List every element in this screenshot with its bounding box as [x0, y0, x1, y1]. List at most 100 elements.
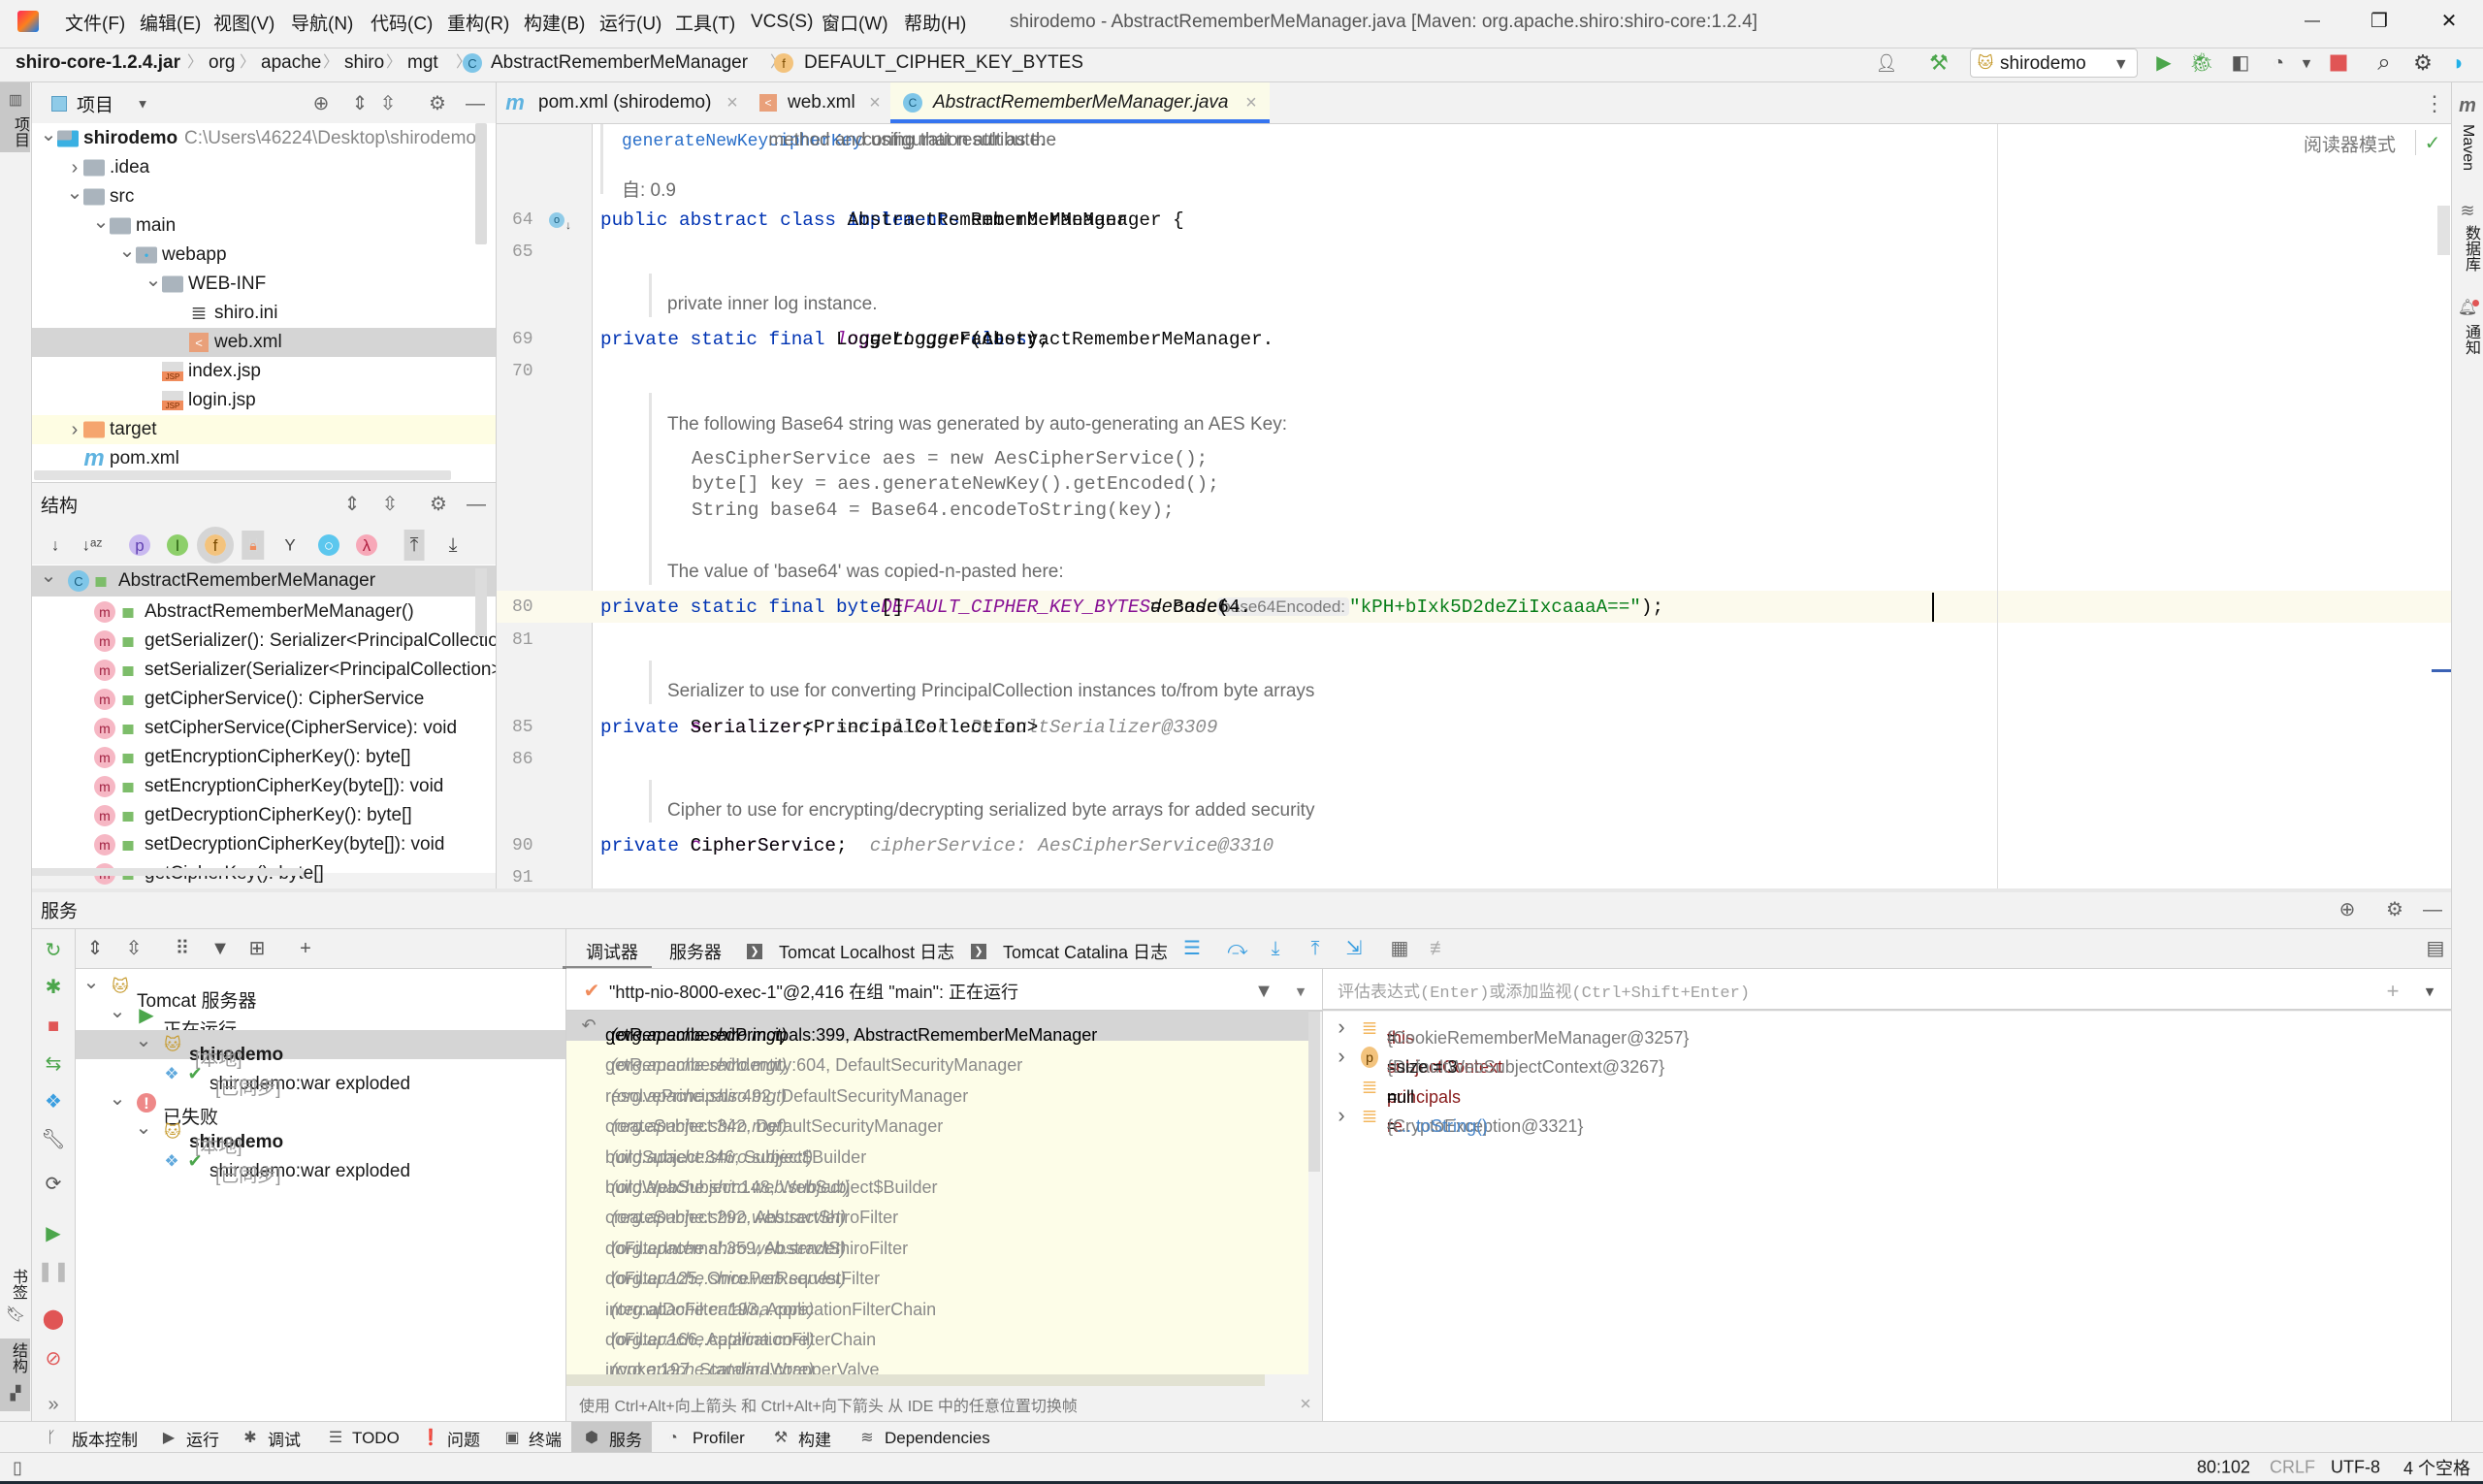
tree-item[interactable]: ⌄ shirodemo C:\Users\46224\Desktop\shirode…: [32, 124, 496, 153]
filter-icon[interactable]: ▼: [210, 939, 230, 958]
hide-panel-icon[interactable]: —: [466, 94, 485, 113]
debugger-tab[interactable]: 调试器: [586, 939, 638, 964]
expand-all-icon[interactable]: ⇕: [344, 495, 361, 514]
chevron-right-icon[interactable]: ›: [72, 158, 79, 177]
close-tab-icon[interactable]: ×: [1245, 93, 1257, 113]
build-hammer-icon[interactable]: ⚒: [1929, 52, 1949, 74]
add-watch-icon[interactable]: +: [2387, 981, 2400, 1002]
service-tree-item[interactable]: ❖ ✔ shirodemo:war exploded [已同步]: [76, 1059, 565, 1099]
service-tree-item[interactable]: ⌄▶正在运行: [76, 1001, 565, 1041]
close-tab-icon[interactable]: ×: [869, 93, 881, 113]
stack-frame[interactable]: doFilter:166, ApplicationFilterChain (org…: [566, 1315, 1308, 1349]
sort-alpha-icon[interactable]: ↓ᵃᶻ: [82, 537, 103, 554]
close-window-icon[interactable]: ✕: [2441, 12, 2458, 31]
pause-icon[interactable]: ❚❚: [37, 1262, 70, 1281]
strip-bookmarks-label[interactable]: 书签: [6, 1269, 29, 1300]
bottom-tab-4[interactable]: 问题: [447, 1427, 480, 1451]
project-panel-title[interactable]: 项目: [77, 91, 113, 117]
structure-member[interactable]: m setDecryptionCipherKey(byte[]): void: [32, 830, 496, 859]
chevron-down-icon[interactable]: ⌄: [119, 242, 136, 261]
service-tree-item[interactable]: ⌄ 🐱︎ shirodemo [本地]: [76, 1117, 565, 1157]
breadcrumb-item[interactable]: org: [209, 52, 235, 74]
artifacts-icon[interactable]: ❖: [45, 1092, 62, 1112]
strip-structure-label[interactable]: 结构: [6, 1342, 29, 1373]
menu-item[interactable]: 构建(B): [524, 10, 585, 36]
run-to-cursor-icon[interactable]: ⇲: [1346, 939, 1363, 958]
tree-item[interactable]: ≣ shiro.ini: [32, 299, 496, 328]
locate-icon[interactable]: ⊕: [313, 94, 330, 113]
version-control-icon[interactable]: ᚴ: [47, 1431, 56, 1446]
chevron-right-icon[interactable]: ›: [1338, 1016, 1344, 1038]
more-icon[interactable]: »: [48, 1395, 58, 1414]
project-strip-icon[interactable]: ▥: [9, 93, 22, 108]
stack-frame[interactable]: invoke:197, StandardWrapperValve (org.apa…: [566, 1345, 1308, 1379]
stop-icon[interactable]: [2330, 54, 2347, 72]
bottom-tab-1[interactable]: 运行: [186, 1427, 219, 1451]
search-icon[interactable]: ⌕: [2377, 51, 2390, 75]
edit-config-icon[interactable]: 🔧︎: [41, 1130, 65, 1149]
minimize-icon[interactable]: —: [2305, 14, 2320, 29]
service-tree-item[interactable]: ⌄! 已失败: [76, 1088, 565, 1128]
editor-tab[interactable]: C AbstractRememberMeManager.java ×: [890, 82, 1270, 123]
dependencies-icon[interactable]: ≋: [860, 1431, 873, 1446]
line-separator[interactable]: CRLF: [2270, 1458, 2315, 1478]
editor-tab[interactable]: < web.xml ×: [754, 82, 881, 123]
breadcrumb-item[interactable]: DEFAULT_CIPHER_KEY_BYTES: [804, 52, 1083, 74]
locate-icon[interactable]: ⊕: [2339, 900, 2356, 919]
structure-member[interactable]: m getEncryptionCipherKey(): byte[]: [32, 743, 496, 772]
stop-icon[interactable]: ■: [48, 1016, 59, 1036]
collapse-all-icon[interactable]: ⇳: [126, 939, 143, 958]
service-tree-item[interactable]: ⌄ 🐱︎ Tomcat 服务器: [76, 972, 565, 1012]
view-breakpoints-icon[interactable]: ⬤: [43, 1309, 64, 1329]
profiler-icon[interactable]: ◔: [668, 1431, 678, 1446]
rerun-icon[interactable]: ↻: [46, 941, 62, 960]
tree-item[interactable]: JSP login.jsp: [32, 386, 496, 415]
chevron-down-icon[interactable]: ⌄: [136, 1118, 152, 1138]
bottom-tab-8[interactable]: 构建: [798, 1427, 831, 1451]
evaluate-expression-input[interactable]: 评估表达式(Enter)或添加监视(Ctrl+Shift+Enter): [1323, 969, 2451, 1011]
menu-item[interactable]: 导航(N): [291, 10, 353, 36]
show-non-public-icon[interactable]: 🔒︎: [241, 531, 266, 560]
evaluate-icon[interactable]: ▦: [1391, 939, 1409, 958]
chevron-down-icon[interactable]: ⌄: [83, 973, 100, 992]
chevron-down-icon[interactable]: ⌄: [110, 1089, 126, 1109]
breadcrumb-item[interactable]: shiro: [344, 52, 384, 74]
database-icon[interactable]: ≋: [2460, 202, 2474, 219]
variable-row[interactable]: ≣ principals = null: [1323, 1073, 2451, 1107]
more-tabs-icon[interactable]: ⋮: [2424, 93, 2445, 114]
structure-member[interactable]: m setSerializer(Serializer<PrincipalColle…: [32, 656, 552, 685]
add-service-icon[interactable]: +: [300, 939, 311, 958]
show-inherited-icon[interactable]: I: [167, 534, 188, 556]
stack-frame[interactable]: buildWebSubject:148, WebSubject$Builder(…: [566, 1163, 1308, 1197]
structure-member[interactable]: m AbstractRememberMeManager(): [32, 597, 496, 627]
variable-row[interactable]: › ≣ re = {CryptoException@3321}... toStrin…: [1323, 1102, 2451, 1136]
close-hint-icon[interactable]: ✕: [1300, 1398, 1312, 1412]
settings-icon[interactable]: ⚙: [430, 495, 447, 514]
trace-icon[interactable]: ≢: [1430, 939, 1449, 958]
bottom-tab-0[interactable]: 版本控制: [72, 1427, 138, 1451]
structure-member[interactable]: m setCipherService(CipherService): void: [32, 714, 496, 743]
deploy-icon[interactable]: ⇆: [46, 1054, 62, 1074]
tree-item[interactable]: ⌄ main: [32, 211, 496, 241]
maven-icon[interactable]: m: [2459, 96, 2476, 115]
chevron-right-icon[interactable]: ›: [72, 420, 79, 439]
caret-position[interactable]: 80:102: [2197, 1458, 2250, 1478]
settings-gear-icon[interactable]: ⚙: [2413, 52, 2433, 74]
step-into-icon[interactable]: ⤓: [1272, 939, 1280, 958]
terminal-icon[interactable]: ▣: [504, 1431, 519, 1446]
breadcrumb-item[interactable]: AbstractRememberMeManager: [491, 52, 748, 74]
run-icon[interactable]: ▶: [2156, 53, 2171, 73]
refresh-icon[interactable]: ⟳: [46, 1175, 62, 1194]
structure-icon[interactable]: ▞: [11, 1386, 21, 1400]
breadcrumb-item[interactable]: apache: [261, 52, 321, 74]
run-tab-icon[interactable]: ▶: [163, 1431, 175, 1446]
breadcrumb-item[interactable]: shiro-core-1.2.4.jar: [16, 52, 180, 74]
tree-item[interactable]: › target: [32, 415, 496, 444]
bottom-tab-6[interactable]: 服务: [609, 1427, 642, 1451]
variable-tostring-link[interactable]: ... toString(): [1397, 1116, 1488, 1137]
chevron-down-icon[interactable]: ⌄: [136, 1031, 152, 1050]
resume-icon[interactable]: ▶: [46, 1224, 60, 1243]
stack-frame[interactable]: doFilterInternal:359, AbstractShiroFilte…: [566, 1224, 1308, 1258]
toolbox-icon[interactable]: ◗: [2452, 52, 2465, 74]
strip-notifications-label[interactable]: 通知: [2459, 324, 2482, 355]
